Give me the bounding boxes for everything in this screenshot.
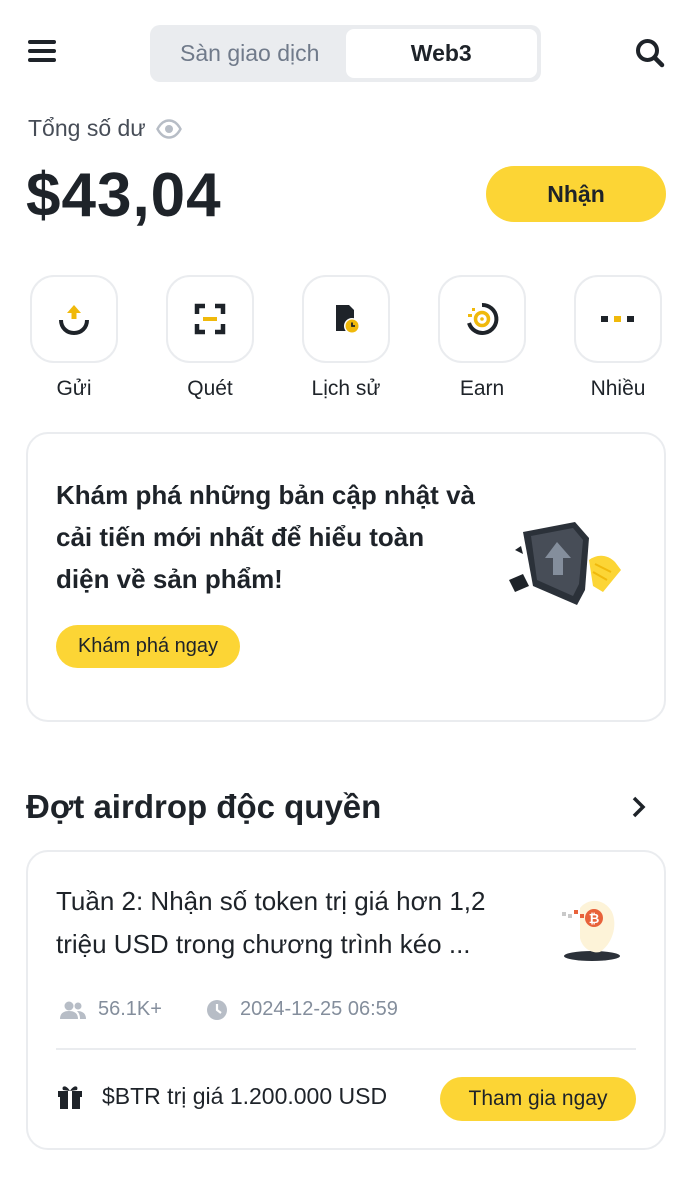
tab-exchange[interactable]: Sàn giao dịch bbox=[154, 29, 346, 78]
reward-row: $BTR trị giá 1.200.000 USD bbox=[56, 1082, 387, 1110]
join-now-button[interactable]: Tham gia ngay bbox=[440, 1077, 636, 1121]
card-divider bbox=[56, 1048, 636, 1050]
airdrop-title: Tuần 2: Nhận số token trị giá hơn 1,2 tr… bbox=[56, 886, 486, 959]
tab-web3[interactable]: Web3 bbox=[345, 29, 537, 78]
svg-text:₿: ₿ bbox=[589, 912, 600, 927]
earn-icon bbox=[438, 275, 526, 363]
quick-action-send[interactable]: Gửi bbox=[30, 275, 118, 401]
more-dots-icon bbox=[574, 275, 662, 363]
quick-action-more[interactable]: Nhiều bbox=[574, 275, 662, 401]
airdrop-datetime: 2024-12-25 06:59 bbox=[240, 998, 398, 1020]
clock-icon bbox=[207, 999, 227, 1020]
hamburger-menu-icon[interactable] bbox=[28, 40, 56, 64]
scan-icon bbox=[166, 275, 254, 363]
receive-button[interactable]: Nhận bbox=[486, 166, 666, 222]
quick-action-scan[interactable]: Quét bbox=[166, 275, 254, 401]
shield-upgrade-illustration bbox=[505, 520, 630, 615]
quick-action-label: Quét bbox=[187, 377, 233, 400]
quick-action-label: Lịch sử bbox=[311, 377, 381, 400]
datetime-meta: 2024-12-25 06:59 bbox=[206, 998, 398, 1021]
mode-switcher: Sàn giao dịch Web3 bbox=[150, 25, 541, 82]
gift-icon bbox=[58, 1086, 82, 1109]
explore-now-button[interactable]: Khám phá ngay bbox=[56, 625, 240, 668]
quick-action-earn[interactable]: Earn bbox=[438, 275, 526, 401]
quick-action-label: Earn bbox=[459, 377, 505, 400]
balance-label-row: Tổng số dư bbox=[28, 115, 182, 142]
eye-icon[interactable] bbox=[155, 116, 182, 142]
explore-text: Khám phá những bản cập nhật và cải tiến … bbox=[56, 480, 475, 594]
search-icon[interactable] bbox=[634, 37, 666, 69]
chevron-right-icon[interactable] bbox=[626, 794, 652, 820]
reward-text: $BTR trị giá 1.200.000 USD bbox=[102, 1082, 388, 1109]
send-upload-icon bbox=[30, 275, 118, 363]
balance-label: Tổng số dư bbox=[28, 115, 146, 141]
bitcoin-coin-illustration: ₿ bbox=[552, 888, 632, 968]
airdrop-section-title: Đợt airdrop độc quyền bbox=[26, 788, 382, 825]
balance-value: $43,04 bbox=[26, 161, 222, 230]
participants-meta: 56.1K+ bbox=[60, 998, 162, 1021]
participants-count: 56.1K+ bbox=[98, 998, 162, 1020]
quick-action-history[interactable]: Lịch sử bbox=[302, 275, 390, 401]
quick-action-label: Gửi bbox=[56, 377, 92, 400]
quick-action-label: Nhiều bbox=[590, 377, 646, 400]
people-icon bbox=[60, 1001, 86, 1019]
history-icon bbox=[302, 275, 390, 363]
